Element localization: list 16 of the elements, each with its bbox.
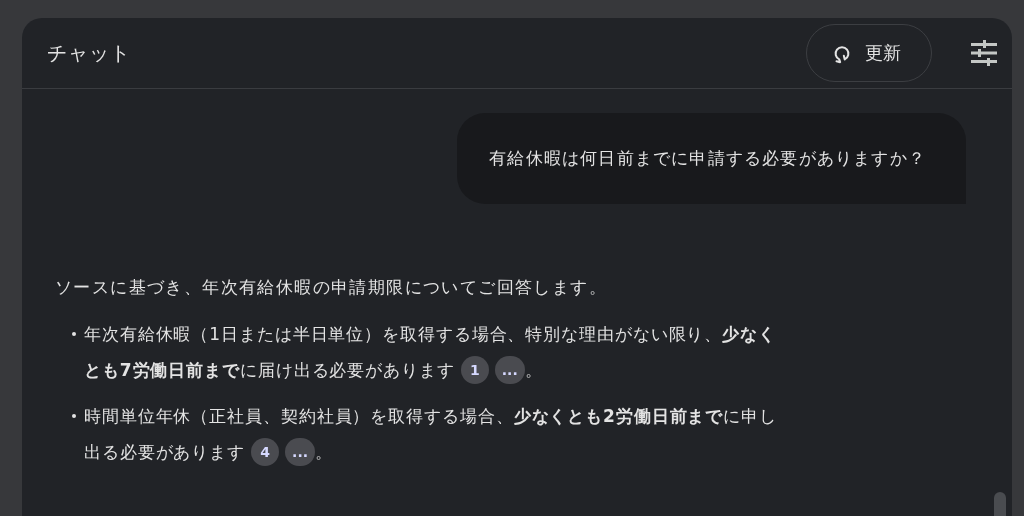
period-text: 。 <box>315 441 333 464</box>
citation-chip[interactable]: ... <box>494 356 525 384</box>
user-message: 有給休暇は何日前までに申請する必要がありますか？ <box>457 113 966 204</box>
period-text: 。 <box>524 359 543 382</box>
answer-text: 年次有給休暇（1日または半日単位）を取得する場合、特別な理由がない限り、少なく <box>84 324 776 344</box>
answer-text: とも7労働日前までに届け出る必要があります <box>84 359 455 382</box>
panel-title: チャット <box>47 39 131 67</box>
answer-text: 時間単位年休（正社員、契約社員）を取得する場合、少なくとも2労働日前までに申し <box>84 406 777 426</box>
bullet-icon <box>72 332 76 336</box>
citation-chip[interactable]: 4 <box>251 438 280 466</box>
settings-icon[interactable] <box>970 40 998 66</box>
bullet-icon <box>72 414 76 418</box>
citation-chip[interactable]: ... <box>285 438 316 466</box>
answer-text: 出る必要があります <box>84 441 246 464</box>
citation-chip[interactable]: 1 <box>460 356 489 384</box>
answer-text: ソースに基づき、年次有給休暇の申請期限についてご回答します。 <box>55 276 608 299</box>
